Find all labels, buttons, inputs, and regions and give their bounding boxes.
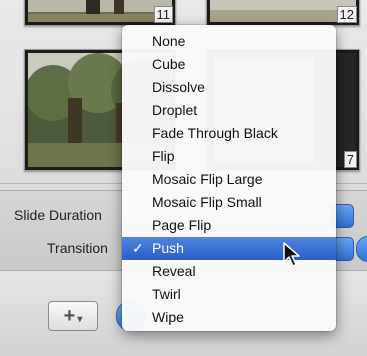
menu-item-cube[interactable]: Cube bbox=[122, 53, 336, 76]
menu-item-push[interactable]: ✓ Push bbox=[122, 237, 336, 260]
next-slide-button[interactable] bbox=[356, 236, 367, 262]
slide-number: 12 bbox=[336, 6, 357, 23]
menu-item-dissolve[interactable]: Dissolve bbox=[122, 76, 336, 99]
slide-thumbnail[interactable]: 12 bbox=[206, 0, 360, 26]
slide-thumbnail[interactable]: 11 bbox=[24, 0, 176, 26]
slide-photo bbox=[28, 0, 172, 22]
menu-item-label: Push bbox=[152, 240, 184, 256]
menu-item-none[interactable]: None bbox=[122, 30, 336, 53]
transition-menu: None Cube Dissolve Droplet Fade Through … bbox=[122, 25, 336, 331]
app-window: 11 12 7 Slide Duration Transition + ▾ No… bbox=[0, 0, 367, 356]
transition-label: Transition bbox=[47, 240, 108, 256]
menu-item-mosaic-flip-small[interactable]: Mosaic Flip Small bbox=[122, 191, 336, 214]
slide-number: 11 bbox=[153, 6, 173, 23]
slide-duration-label: Slide Duration bbox=[14, 207, 102, 223]
mouse-pointer-icon bbox=[283, 242, 300, 267]
chevron-down-icon: ▾ bbox=[77, 313, 83, 325]
menu-item-mosaic-flip-large[interactable]: Mosaic Flip Large bbox=[122, 168, 336, 191]
plus-icon: + bbox=[63, 304, 76, 327]
menu-item-reveal[interactable]: Reveal bbox=[122, 260, 336, 283]
slide-number: 7 bbox=[343, 151, 357, 168]
menu-item-fade-through-black[interactable]: Fade Through Black bbox=[122, 122, 336, 145]
checkmark-icon: ✓ bbox=[132, 240, 144, 256]
menu-item-flip[interactable]: Flip bbox=[122, 145, 336, 168]
add-button[interactable]: + ▾ bbox=[48, 301, 98, 331]
menu-item-droplet[interactable]: Droplet bbox=[122, 99, 336, 122]
menu-item-page-flip[interactable]: Page Flip bbox=[122, 214, 336, 237]
slide-photo bbox=[210, 0, 356, 22]
menu-item-wipe[interactable]: Wipe bbox=[122, 306, 336, 329]
menu-item-twirl[interactable]: Twirl bbox=[122, 283, 336, 306]
